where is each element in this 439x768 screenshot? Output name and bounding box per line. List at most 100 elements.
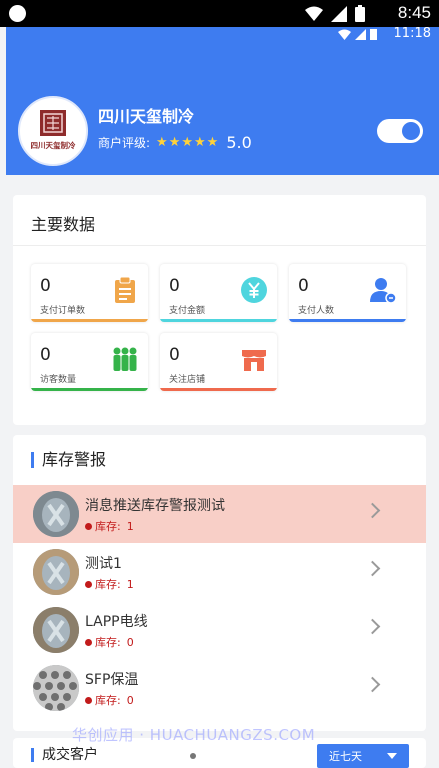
dropdown-value: 近七天 (329, 750, 362, 763)
shop-status-toggle[interactable] (377, 119, 423, 143)
star-icon: ★ (156, 135, 168, 150)
star-icon: ★ (168, 135, 181, 150)
signal-icon (331, 5, 347, 22)
status-icons (305, 5, 365, 22)
inventory-alert-card: 库存警报 消息推送库存警报测试 库存: 1 测试1 库存: 1 LAPP电线 库… (13, 435, 426, 731)
stock-value: 1 (126, 577, 134, 591)
product-thumbnail (33, 607, 79, 653)
stat-label: 支付订单数 (40, 306, 86, 316)
stat-accent-bar (160, 319, 277, 322)
stat-accent-bar (289, 319, 406, 322)
chevron-right-icon (364, 676, 381, 693)
clipboard-icon (115, 276, 135, 303)
svg-text:四川天玺制冷: 四川天玺制冷 (31, 140, 76, 150)
stat-paid-users[interactable]: 0 支付人数 (289, 264, 406, 322)
watermark: 华创应用 · HUACHUANGZS.COM (72, 726, 316, 744)
shop-header: 11:18 四川天玺制冷 四川天玺制冷 商户评级: ★ ★ ★ ★ ★ 5.0 (6, 26, 439, 175)
shop-rating: 商户评级: ★ ★ ★ ★ ★ 5.0 (98, 133, 252, 152)
stock-dot-icon (85, 696, 92, 704)
home-indicator (190, 753, 196, 759)
product-thumbnail (33, 491, 79, 537)
main-data-card: 主要数据 0 支付订单数 0 支付金额 0 支付人数 0 访客数量 0 关注店铺 (13, 195, 426, 425)
status-time: 8:45 (397, 3, 431, 22)
stock-info: 库存: 0 (85, 692, 134, 708)
signal-icon (355, 28, 366, 40)
product-image (33, 549, 79, 595)
stat-label: 关注店铺 (169, 375, 206, 385)
product-image (33, 665, 79, 711)
stat-followers[interactable]: 0 关注店铺 (160, 333, 277, 391)
stat-value: 0 (298, 276, 309, 296)
stat-paid-amount[interactable]: 0 支付金额 (160, 264, 277, 322)
inventory-row[interactable]: 消息推送库存警报测试 库存: 1 (13, 485, 426, 543)
shop-name: 四川天玺制冷 (98, 107, 195, 126)
store-icon (242, 350, 266, 371)
stock-info: 库存: 1 (85, 518, 134, 534)
inventory-row[interactable]: LAPP电线 库存: 0 (13, 601, 426, 659)
chevron-right-icon (364, 560, 381, 577)
stat-accent-bar (31, 388, 148, 391)
inner-status-icons (338, 28, 377, 40)
product-image (33, 491, 79, 537)
star-icon: ★ (181, 135, 194, 150)
user-icon (370, 278, 397, 304)
stat-accent-bar (160, 388, 277, 391)
toggle-knob (402, 122, 420, 140)
battery-icon (370, 29, 377, 40)
divider (13, 245, 426, 246)
product-name: 测试1 (85, 556, 122, 572)
chevron-right-icon (364, 502, 381, 519)
inner-status-bar: 11:18 (6, 26, 439, 43)
stock-info: 库存: 1 (85, 576, 134, 592)
chevron-down-icon (387, 753, 397, 759)
product-image (33, 607, 79, 653)
wifi-icon (305, 6, 323, 21)
stat-visitors[interactable]: 0 访客数量 (31, 333, 148, 391)
stock-label: 库存: (95, 578, 121, 591)
stat-label: 支付金额 (169, 306, 206, 316)
customers-title: 成交客户 (31, 748, 98, 762)
rating-value: 5.0 (226, 133, 252, 152)
stock-dot-icon (85, 522, 92, 530)
product-name: SFP保温 (85, 672, 139, 688)
inventory-title: 库存警报 (31, 452, 106, 468)
main-data-title: 主要数据 (31, 215, 96, 234)
stat-value: 0 (169, 276, 180, 296)
stat-value: 0 (40, 276, 51, 296)
stat-value: 0 (40, 345, 51, 365)
product-thumbnail (33, 665, 79, 711)
period-dropdown[interactable]: 近七天 (317, 744, 409, 768)
star-icon: ★ (206, 135, 219, 150)
stock-dot-icon (85, 580, 92, 588)
shop-logo-icon: 四川天玺制冷 (31, 110, 76, 150)
inventory-row[interactable]: SFP保温 库存: 0 (13, 659, 426, 717)
inner-status-time: 11:18 (393, 26, 431, 41)
notification-dot-icon (9, 5, 26, 22)
rating-label: 商户评级: (98, 136, 151, 150)
product-name: LAPP电线 (85, 614, 148, 630)
stock-dot-icon (85, 638, 92, 646)
stat-accent-bar (31, 319, 148, 322)
battery-icon (355, 5, 365, 22)
stat-label: 支付人数 (298, 306, 335, 316)
stock-value: 1 (126, 519, 134, 533)
wifi-icon (338, 29, 351, 40)
yen-coin-icon (241, 277, 267, 303)
status-bar: 8:45 (0, 0, 439, 27)
stat-label: 访客数量 (40, 375, 77, 385)
stat-value: 0 (169, 345, 180, 365)
rating-stars: ★ ★ ★ ★ ★ (156, 135, 218, 150)
product-name: 消息推送库存警报测试 (85, 498, 225, 514)
inventory-row[interactable]: 测试1 库存: 1 (13, 543, 426, 601)
stock-label: 库存: (95, 520, 121, 533)
stock-info: 库存: 0 (85, 634, 134, 650)
stock-value: 0 (126, 693, 134, 707)
stat-paid-orders[interactable]: 0 支付订单数 (31, 264, 148, 322)
shop-avatar[interactable]: 四川天玺制冷 (18, 96, 88, 166)
stock-value: 0 (126, 635, 134, 649)
product-thumbnail (33, 549, 79, 595)
stock-label: 库存: (95, 694, 121, 707)
stock-label: 库存: (95, 636, 121, 649)
star-icon: ★ (194, 135, 206, 150)
visitors-icon (113, 347, 137, 371)
